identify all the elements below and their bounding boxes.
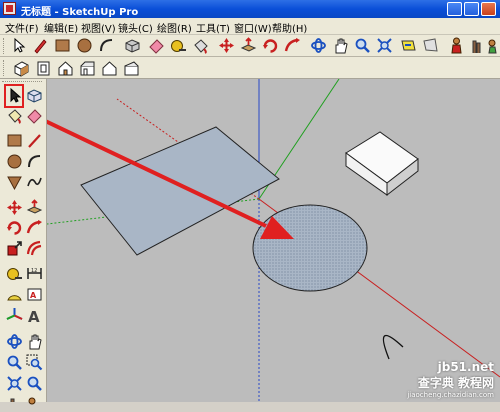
zoom-window-icon[interactable] — [26, 354, 43, 371]
toolbar-grip[interactable] — [3, 38, 7, 54]
offset-icon[interactable] — [26, 240, 43, 257]
walk-icon[interactable] — [468, 37, 485, 54]
watermark: jb51.net 查字典 教程网 jiaocheng.chazidian.com — [407, 360, 494, 399]
3d-text-icon[interactable]: A — [26, 307, 43, 324]
select-icon[interactable] — [10, 37, 27, 54]
rectangle-icon[interactable] — [54, 37, 71, 54]
main-toolbar — [0, 35, 500, 57]
circle-icon[interactable] — [76, 37, 93, 54]
arc-icon[interactable] — [26, 153, 43, 170]
left-view-icon[interactable] — [123, 60, 140, 77]
rectangle-icon[interactable] — [6, 132, 23, 149]
watermark-brand: 查字典 教程网 — [417, 376, 494, 390]
axes-icon[interactable] — [6, 307, 23, 324]
zoom-extents-icon[interactable] — [6, 375, 23, 392]
svg-text:A: A — [28, 308, 40, 324]
push-pull-icon[interactable] — [240, 37, 257, 54]
pan-icon[interactable] — [332, 37, 349, 54]
back-view-icon[interactable] — [101, 60, 118, 77]
line-icon[interactable] — [26, 132, 43, 149]
next-view-icon[interactable] — [422, 37, 439, 54]
walk-icon[interactable] — [6, 395, 23, 412]
window-title: 无标题 - SketchUp Pro — [21, 7, 139, 18]
dimension-icon[interactable]: 12 — [26, 265, 43, 282]
toolbar-grip[interactable] — [3, 60, 7, 76]
menu-tools[interactable]: 工具(T) — [196, 20, 230, 35]
pan-icon[interactable] — [26, 333, 43, 350]
menu-view[interactable]: 视图(V) — [81, 20, 116, 35]
maximize-button[interactable] — [464, 2, 479, 16]
menu-draw[interactable]: 绘图(R) — [157, 20, 192, 35]
minimize-button[interactable] — [447, 2, 462, 16]
watermark-url: jiaocheng.chazidian.com — [407, 391, 494, 399]
watermark-site: jb51.net — [437, 360, 494, 374]
move-icon[interactable] — [218, 37, 235, 54]
paint-bucket-icon[interactable] — [192, 37, 209, 54]
zoom-extents-icon[interactable] — [376, 37, 393, 54]
iso-view-icon[interactable] — [13, 60, 30, 77]
eraser-icon[interactable] — [26, 107, 43, 124]
views-toolbar — [0, 57, 500, 79]
circle-icon[interactable] — [6, 153, 23, 170]
orbit-icon[interactable] — [310, 37, 327, 54]
menu-file[interactable]: 文件(F) — [5, 20, 39, 35]
drawing-canvas[interactable]: jb51.net 查字典 教程网 jiaocheng.chazidian.com — [47, 79, 500, 402]
paint-bucket-icon[interactable] — [6, 107, 23, 124]
follow-me-icon[interactable] — [284, 37, 301, 54]
menu-help[interactable]: 帮助(H) — [272, 20, 307, 35]
sketchup-app-icon[interactable] — [3, 2, 16, 15]
follow-me-icon[interactable] — [26, 219, 43, 236]
arc-curve[interactable] — [382, 334, 404, 360]
protractor-icon[interactable] — [6, 286, 23, 303]
menu-camera[interactable]: 镜头(C) — [118, 20, 153, 35]
arc-icon[interactable] — [98, 37, 115, 54]
pencil-icon[interactable] — [32, 37, 49, 54]
look-around-icon[interactable] — [486, 37, 500, 54]
svg-text:A: A — [30, 291, 37, 300]
tape-measure-icon[interactable] — [170, 37, 187, 54]
zoom-icon[interactable] — [6, 354, 23, 371]
previous-view-icon[interactable] — [400, 37, 417, 54]
eraser-icon[interactable] — [148, 37, 165, 54]
make-component-icon[interactable] — [124, 37, 141, 54]
previous-icon[interactable] — [26, 375, 43, 392]
polygon-icon[interactable] — [6, 174, 23, 191]
tape-measure-icon[interactable] — [6, 265, 23, 282]
orbit-icon[interactable] — [6, 333, 23, 350]
zoom-icon[interactable] — [354, 37, 371, 54]
rotate-icon[interactable] — [262, 37, 279, 54]
svg-text:12: 12 — [31, 268, 37, 274]
look-around-icon[interactable] — [26, 395, 43, 412]
front-view-icon[interactable] — [57, 60, 74, 77]
title-bar: 无标题 - SketchUp Pro — [0, 0, 500, 18]
menu-bar: 文件(F) 编辑(E) 视图(V) 镜头(C) 绘图(R) 工具(T) 窗口(W… — [0, 18, 500, 35]
push-pull-icon[interactable] — [26, 199, 43, 216]
scale-icon[interactable] — [6, 240, 23, 257]
position-camera-icon[interactable] — [448, 37, 465, 54]
select-tool-highlight — [4, 84, 24, 108]
text-icon[interactable]: A — [26, 286, 43, 303]
close-button[interactable] — [481, 2, 496, 16]
circle-face[interactable] — [252, 204, 368, 292]
top-view-icon[interactable] — [35, 60, 52, 77]
menu-window[interactable]: 窗口(W) — [234, 20, 272, 35]
move-icon[interactable] — [6, 199, 23, 216]
right-view-icon[interactable] — [79, 60, 96, 77]
rotate-icon[interactable] — [6, 219, 23, 236]
make-component-icon[interactable] — [26, 87, 43, 104]
menu-edit[interactable]: 编辑(E) — [44, 20, 78, 35]
rectangle-face[interactable] — [80, 126, 280, 256]
freehand-icon[interactable] — [26, 174, 43, 191]
